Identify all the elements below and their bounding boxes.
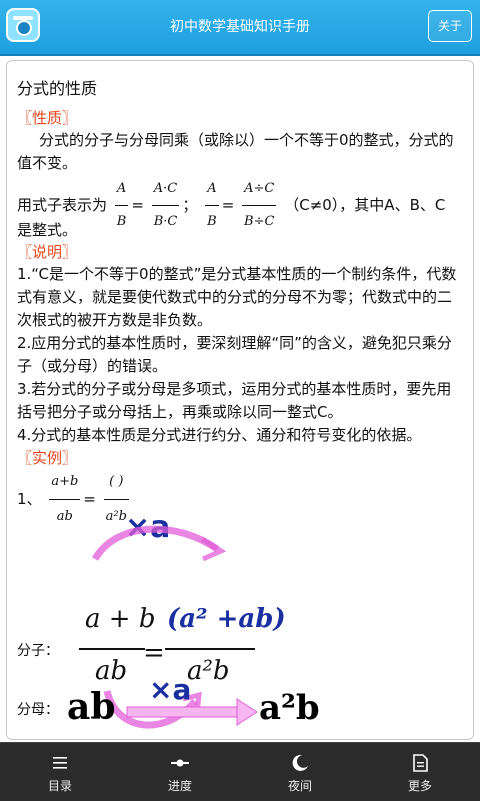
fraction-adivc: A÷C B÷C xyxy=(242,173,277,238)
page-title: 分式的性质 xyxy=(17,79,98,98)
about-button[interactable]: 关于 xyxy=(428,10,472,42)
property-text: 分式的分子与分母同乘（或除以）一个不等于0的整式，分式的值不变。 xyxy=(17,131,454,172)
fraction-ac-bc: A·C B·C xyxy=(151,173,180,238)
numerator-label: 分子： xyxy=(17,643,59,659)
nav-catalog-label: 目录 xyxy=(47,779,72,793)
formula-suffix: （C≠0），其中A、B、C xyxy=(284,196,446,214)
fraction-a-b: AB xyxy=(114,173,129,238)
nav-night[interactable]: 夜间 xyxy=(240,743,360,801)
nav-night-label: 夜间 xyxy=(287,779,312,793)
nav-more-label: 更多 xyxy=(407,779,432,793)
note-3: 3.若分式的分子或分母是多项式，运用分式的基本性质时，要先用括号把分子或分母括上… xyxy=(17,380,452,421)
nav-catalog[interactable]: 目录 xyxy=(0,743,120,801)
svg-text:=: = xyxy=(143,638,165,668)
document-icon xyxy=(413,754,428,772)
section-header-notes: 〖说明〗 xyxy=(17,243,78,261)
section-header-property: 〖性质〗 xyxy=(17,109,78,127)
big-num-left: a + b xyxy=(85,604,155,634)
content-panel: 分式的性质 〖性质〗 分式的分子与分母同乘（或除以）一个不等于0的整式，分式的值… xyxy=(6,60,474,740)
times-a-bottom: ×a xyxy=(149,673,191,706)
denominator-label: 分母： xyxy=(17,702,59,718)
nav-more[interactable]: 更多 xyxy=(360,743,480,801)
moon-icon xyxy=(292,754,308,771)
app-title: 初中数学基础知识手册 xyxy=(170,19,310,35)
slider-icon xyxy=(171,759,189,767)
note-2: 2.应用分式的基本性质时，要深刻理解“同”的含义，避免犯只乘分子（或分母）的错误… xyxy=(17,334,452,375)
formula-line2: 是整式。 xyxy=(17,221,78,239)
top-bar: 初中数学基础知识手册 关于 xyxy=(0,0,480,56)
note-1: 1.“C是一个不等于0的整式”是分式基本性质的一个制约条件，代数式有意义，就是要… xyxy=(17,265,457,329)
note-4: 4.分式的基本性质是分式进行约分、通分和符号变化的依据。 xyxy=(17,426,422,444)
big-num-right: (a² +ab) xyxy=(167,604,286,634)
denominator-transform: ab ×a a²b xyxy=(67,673,320,728)
a2b-big: a²b xyxy=(259,688,320,728)
nav-progress-label: 进度 xyxy=(167,779,192,793)
fraction-a-b-2: AB xyxy=(205,173,219,238)
arrow-right-icon xyxy=(236,698,258,726)
formula-prefix: 用式子表示为 xyxy=(17,196,108,214)
bottom-nav: 目录 进度 夜间 更多 xyxy=(0,742,480,801)
formula-line: 用式子表示为 A B = A·C B·C； A B = A÷C B÷C （C≠0），其中A、… xyxy=(17,173,467,238)
list-icon xyxy=(53,757,67,769)
ab-big: ab xyxy=(67,686,116,728)
nav-progress[interactable]: 进度 xyxy=(120,743,240,801)
